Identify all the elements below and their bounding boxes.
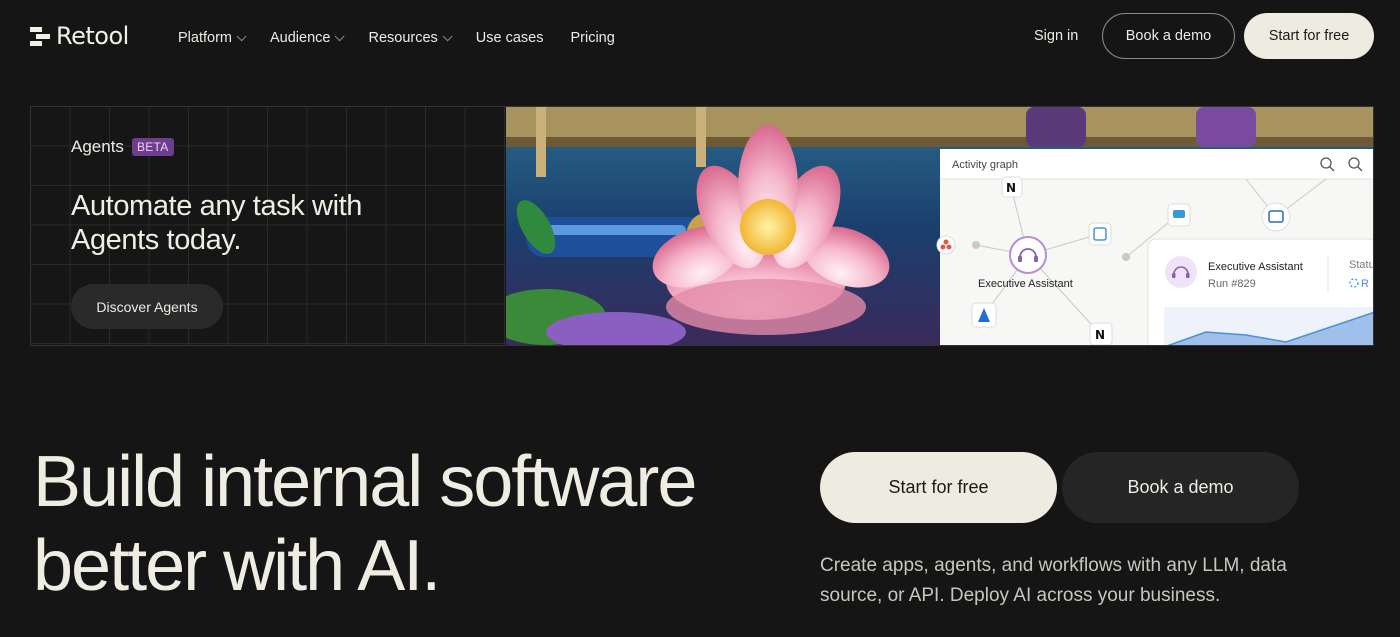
menu-item-platform[interactable]: Platform bbox=[178, 30, 247, 46]
banner-title: Automate any task with Agents today. bbox=[71, 190, 363, 256]
start-free-button[interactable]: Start for free bbox=[1244, 13, 1374, 59]
graph-node-label: Executive Assistant bbox=[978, 278, 1073, 290]
brand-name: Retool bbox=[56, 22, 129, 50]
activity-graph-title: Activity graph bbox=[952, 159, 1018, 171]
hero-title: Build internal software better with AI. bbox=[33, 442, 697, 606]
retool-logo-icon bbox=[30, 25, 50, 47]
retool-logo[interactable]: Retool bbox=[30, 22, 129, 50]
hero-book-demo-button[interactable]: Book a demo bbox=[1062, 452, 1299, 523]
run-card-status-label: Statu bbox=[1349, 259, 1374, 271]
chevron-down-icon bbox=[335, 30, 346, 41]
menu-item-pricing[interactable]: Pricing bbox=[570, 30, 614, 46]
run-card-status-value: R bbox=[1361, 278, 1369, 290]
menu-item-audience[interactable]: Audience bbox=[270, 30, 346, 46]
chevron-down-icon bbox=[442, 30, 453, 41]
agents-banner: Agents BETA Automate any task with Agent… bbox=[30, 106, 1374, 346]
beta-badge: BETA bbox=[131, 138, 174, 156]
svg-text:N: N bbox=[1006, 181, 1016, 195]
run-card-title: Executive Assistant bbox=[1208, 261, 1303, 273]
sign-in-link[interactable]: Sign in bbox=[1034, 28, 1078, 44]
menu-item-use-cases[interactable]: Use cases bbox=[476, 30, 544, 46]
hero-start-free-button[interactable]: Start for free bbox=[820, 452, 1057, 523]
agents-label: Agents bbox=[71, 137, 124, 156]
chevron-down-icon bbox=[236, 30, 247, 41]
book-demo-button[interactable]: Book a demo bbox=[1102, 13, 1235, 59]
banner-illustration: Activity graph N Executive Assistant N E… bbox=[506, 107, 1374, 345]
svg-text:N: N bbox=[1095, 328, 1105, 342]
menu-item-resources[interactable]: Resources bbox=[368, 30, 453, 46]
run-card-run: Run #829 bbox=[1208, 278, 1256, 290]
discover-agents-button[interactable]: Discover Agents bbox=[71, 284, 223, 329]
hero-description: Create apps, agents, and workflows with … bbox=[820, 555, 1287, 606]
main-menu: Platform Audience Resources Use cases Pr… bbox=[178, 30, 642, 46]
agents-label-row: Agents BETA bbox=[71, 137, 174, 157]
top-nav: Retool Platform Audience Resources Use c… bbox=[0, 0, 1400, 76]
banner-text-panel: Agents BETA Automate any task with Agent… bbox=[31, 107, 506, 345]
